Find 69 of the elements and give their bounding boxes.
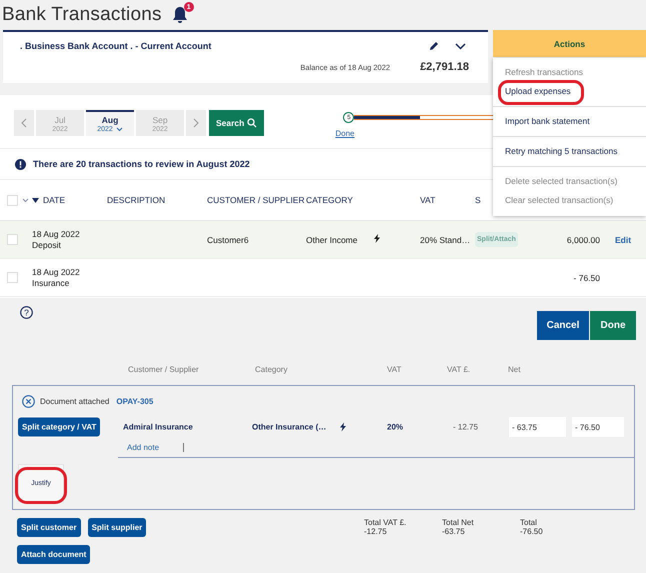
menu-item[interactable]: Upload expenses: [505, 86, 571, 96]
remove-icon[interactable]: [22, 394, 35, 408]
menu-item[interactable]: Retry matching 5 transactions: [505, 146, 618, 156]
amount-cell: 6,000.00: [566, 234, 600, 244]
net-field[interactable]: - 63.75: [509, 417, 566, 437]
date-cell-text: 18 Aug 2022: [32, 267, 81, 277]
amount-cell: - 76.50: [574, 272, 600, 282]
split-category-button[interactable]: Split category / VAT: [18, 418, 100, 436]
split-customer-button[interactable]: Split customer: [17, 518, 81, 537]
lightning-icon: [374, 234, 380, 243]
checkbox[interactable]: [7, 272, 18, 283]
type-cell-text: Deposit: [32, 240, 62, 250]
date-cell-text: 18 Aug 2022: [32, 229, 81, 239]
supplier-name: Admiral Insurance: [123, 422, 193, 432]
bell-icon[interactable]: [172, 6, 188, 24]
balance-amount: £2,791.18: [420, 61, 469, 73]
type-cell-text: Insurance: [32, 278, 70, 288]
category-cell: Other Income: [306, 234, 358, 244]
total-value: -12.75: [364, 527, 388, 536]
total-label: Total: [520, 518, 538, 527]
actions-button[interactable]: Actions: [493, 30, 646, 57]
column-label: VAT £.: [447, 365, 470, 374]
transaction-row[interactable]: 18 Aug 2022 Insurance - 76.50: [0, 259, 646, 297]
alert-icon: [15, 158, 26, 170]
review-notice: There are 20 transactions to review in August 2022: [33, 159, 250, 169]
cancel-button[interactable]: Cancel: [537, 311, 589, 340]
checkbox[interactable]: [7, 234, 18, 245]
sort-icon[interactable]: [32, 198, 39, 202]
add-note-link[interactable]: Add note: [127, 443, 160, 452]
split-supplier-button[interactable]: Split supplier: [88, 518, 146, 537]
account-name: . Business Bank Account . - Current Account: [20, 41, 212, 51]
pencil-icon[interactable]: [429, 41, 439, 51]
total-value: -76.50: [520, 527, 544, 536]
previous-month-button[interactable]: [14, 110, 34, 136]
column-header[interactable]: VAT: [420, 195, 475, 205]
done-link[interactable]: Done: [335, 129, 354, 138]
total-label: Total Net: [442, 518, 475, 527]
search-icon[interactable]: [247, 118, 258, 128]
category-name: Other Insurance (…: [252, 422, 326, 432]
column-label: Net: [508, 365, 520, 374]
vat-cell: 20% Stand…: [420, 234, 470, 244]
next-month-button[interactable]: [186, 110, 206, 136]
attach-document-button[interactable]: Attach document: [17, 545, 90, 564]
search-button[interactable]: Search: [209, 110, 264, 136]
column-header[interactable]: DATE: [43, 195, 66, 205]
vat-amount: - 12.75: [453, 422, 478, 432]
chevron-left-icon[interactable]: [21, 118, 27, 128]
chevron-right-icon[interactable]: [193, 118, 199, 128]
help-icon[interactable]: ?: [20, 306, 33, 319]
page-title: Bank Transactions: [2, 4, 162, 26]
total-label: Total VAT £.: [364, 518, 408, 527]
total-value: -63.75: [442, 527, 466, 536]
document-link[interactable]: OPAY-305: [116, 396, 154, 406]
column-label: VAT: [387, 365, 402, 374]
column-header[interactable]: CUSTOMER / SUPPLIER: [207, 195, 306, 205]
checkbox[interactable]: [7, 194, 18, 206]
lightning-icon: [340, 422, 346, 432]
document-label: Document attached: [40, 396, 110, 406]
done-button[interactable]: Done: [590, 311, 636, 340]
customer-cell: Customer6: [207, 234, 249, 244]
total-field[interactable]: - 76.50: [572, 417, 624, 437]
menu-item[interactable]: Import bank statement: [505, 116, 590, 126]
column-label: Category: [255, 365, 288, 374]
column-header[interactable]: CATEGORY: [306, 195, 374, 205]
vat-rate: 20%: [387, 422, 404, 432]
edit-link[interactable]: Edit: [615, 234, 632, 244]
column-label: Customer / Supplier: [128, 365, 199, 374]
column-header[interactable]: DESCRIPTION: [107, 195, 207, 205]
chevron-down-icon[interactable]: [455, 42, 466, 50]
